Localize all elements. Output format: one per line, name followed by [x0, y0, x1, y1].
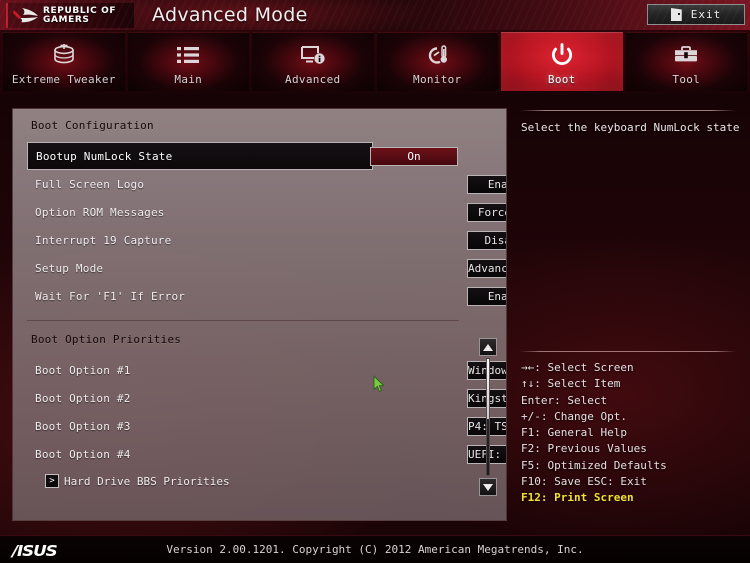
setting-value-dropdown[interactable]: Disabled — [467, 230, 506, 250]
setting-row-setup-mode[interactable]: Setup Mode Advanced Mode — [31, 254, 506, 282]
keyboard-shortcuts-legend: →←: Select Screen ↑↓: Select Item Enter:… — [521, 360, 741, 507]
setting-label: Boot Option #3 — [35, 419, 131, 433]
setting-label: Option ROM Messages — [35, 205, 165, 219]
setting-row-bootup-numlock-state[interactable]: Bootup NumLock State On — [27, 142, 458, 170]
power-icon — [550, 42, 574, 68]
setting-value-dropdown[interactable]: On — [370, 146, 458, 166]
shortcut-f12-print-screen: F12: Print Screen — [521, 491, 634, 505]
setting-label: Boot Option #2 — [35, 391, 131, 405]
list-icon — [176, 42, 200, 68]
tweaker-icon — [51, 42, 77, 68]
shortcut-select-screen: →←: Select Screen — [521, 361, 634, 374]
rog-logo: REPUBLIC OF GAMERS — [6, 3, 134, 28]
toolbox-icon — [673, 42, 699, 68]
help-divider-top — [520, 110, 736, 111]
rog-eye-icon — [11, 6, 41, 26]
scrollbar-track[interactable] — [486, 358, 490, 476]
setting-row-boot-option-2[interactable]: Boot Option #2 KingstonDT... — [31, 384, 506, 412]
section-title-boot-configuration: Boot Configuration — [31, 119, 154, 132]
scroll-down-arrow-icon[interactable] — [479, 478, 497, 496]
settings-scrollbar[interactable] — [479, 338, 497, 496]
setting-row-option-rom-messages[interactable]: Option ROM Messages Force BIOS — [31, 198, 506, 226]
tab-tool[interactable]: Tool — [625, 32, 747, 91]
tab-extreme-tweaker[interactable]: Extreme Tweaker — [3, 32, 125, 91]
scroll-up-arrow-icon[interactable] — [479, 338, 497, 356]
title-bar: REPUBLIC OF GAMERS Advanced Mode Exit — [0, 0, 750, 31]
bios-version-text: Version 2.00.1201. Copyright (C) 2012 Am… — [166, 543, 584, 556]
setting-label: Boot Option #1 — [35, 363, 131, 377]
setting-value-dropdown[interactable]: Enabled — [467, 174, 506, 194]
shortcut-f2-previous-values: F2: Previous Values — [521, 442, 647, 456]
section-title-boot-option-priorities: Boot Option Priorities — [31, 333, 182, 346]
shortcut-f10-save-esc-exit: F10: Save ESC: Exit — [521, 475, 647, 489]
section-divider — [27, 320, 459, 321]
chevron-right-icon: > — [45, 474, 59, 488]
submenu-label: Hard Drive BBS Priorities — [64, 474, 230, 488]
tab-label: Boot — [547, 73, 576, 86]
shortcut-f5-optimized-defaults: F5: Optimized Defaults — [521, 458, 667, 472]
setting-row-interrupt-19-capture[interactable]: Interrupt 19 Capture Disabled — [31, 226, 506, 254]
setting-value-dropdown[interactable]: Enabled — [467, 286, 506, 306]
submenu-hard-drive-bbs-priorities[interactable]: > Hard Drive BBS Priorities — [31, 468, 469, 494]
exit-button-label: Exit — [690, 8, 722, 21]
page-title: Advanced Mode — [152, 4, 308, 26]
tab-label: Monitor — [413, 73, 462, 86]
settings-panel: Boot Configuration Bootup NumLock State … — [12, 108, 507, 521]
rog-brand-line2: GAMERS — [43, 14, 90, 25]
exit-button[interactable]: Exit — [647, 4, 745, 25]
setting-label: Bootup NumLock State — [36, 149, 173, 163]
tab-label: Main — [174, 73, 203, 86]
setting-row-boot-option-3[interactable]: Boot Option #3 P4: TSSTco... — [31, 412, 506, 440]
content-area: Boot Configuration Bootup NumLock State … — [0, 94, 750, 535]
help-description: Select the keyboard NumLock state — [521, 121, 740, 134]
bios-screen: REPUBLIC OF GAMERS Advanced Mode Exit Ex… — [0, 0, 750, 563]
setting-label: Full Screen Logo — [35, 177, 145, 191]
setting-value-dropdown[interactable]: Advanced Mode — [467, 258, 506, 278]
help-panel: Select the keyboard NumLock state →←: Se… — [512, 108, 744, 521]
shortcut-select-item: ↑↓: Select Item — [521, 377, 621, 391]
setting-label: Wait For 'F1' If Error — [35, 289, 186, 303]
setting-label: Boot Option #4 — [35, 447, 131, 461]
tab-advanced[interactable]: Advanced — [252, 32, 374, 91]
setting-label: Interrupt 19 Capture — [35, 233, 172, 247]
setting-label: Setup Mode — [35, 261, 104, 275]
tab-label: Extreme Tweaker — [11, 73, 116, 86]
main-nav-tabs: Extreme Tweaker Main Advanced Monitor Bo… — [0, 30, 750, 94]
shortcut-f1-general-help: F1: General Help — [521, 426, 627, 440]
setting-row-boot-option-1[interactable]: Boot Option #1 Windows Bo... — [31, 356, 506, 384]
monitor-info-icon — [300, 42, 326, 68]
tab-boot[interactable]: Boot — [501, 32, 623, 91]
thermometer-gauge-icon — [424, 42, 450, 68]
tab-main[interactable]: Main — [127, 32, 249, 91]
setting-row-boot-option-4[interactable]: Boot Option #4 UEFI: King... — [31, 440, 506, 468]
tab-label: Advanced — [285, 73, 341, 86]
setting-row-wait-for-f1-if-error[interactable]: Wait For 'F1' If Error Enabled — [31, 282, 506, 310]
exit-door-icon — [670, 8, 682, 21]
shortcut-change-opt: +/-: Change Opt. — [521, 409, 627, 423]
setting-row-full-screen-logo[interactable]: Full Screen Logo Enabled — [31, 170, 506, 198]
help-divider-bottom — [520, 351, 736, 352]
tab-monitor[interactable]: Monitor — [376, 32, 498, 91]
asus-logo: /ISUS — [12, 542, 58, 560]
settings-list: Boot Configuration Bootup NumLock State … — [13, 109, 506, 520]
scrollbar-thumb[interactable] — [487, 359, 489, 419]
tab-label: Tool — [672, 73, 701, 86]
setting-value-dropdown[interactable]: Force BIOS — [467, 202, 506, 222]
status-bar: Version 2.00.1201. Copyright (C) 2012 Am… — [0, 535, 750, 563]
shortcut-enter-select: Enter: Select — [521, 393, 608, 407]
